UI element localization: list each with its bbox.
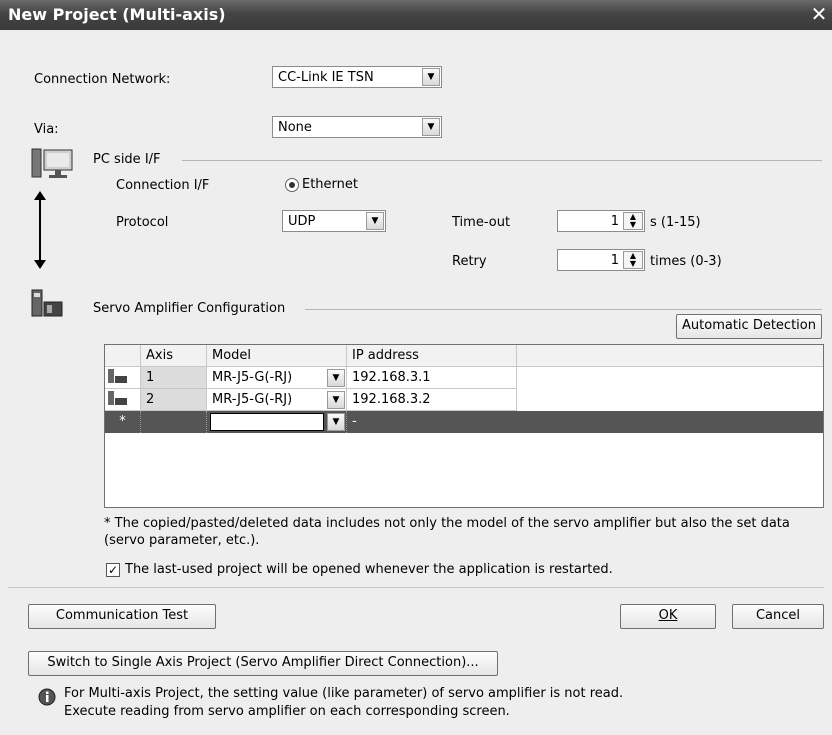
protocol-select[interactable]: UDP ▼ xyxy=(282,210,386,232)
note-line-2: (servo parameter, etc.). xyxy=(104,533,260,548)
via-value: None xyxy=(278,120,312,135)
chevron-down-icon[interactable]: ▼ xyxy=(422,68,440,86)
title-bar: New Project (Multi-axis) ✕ xyxy=(0,0,832,30)
info-icon xyxy=(38,688,56,706)
bidirectional-arrow-icon xyxy=(34,191,46,269)
chevron-down-icon[interactable]: ▼ xyxy=(422,118,440,136)
ip-address-cell[interactable]: 192.168.3.1 xyxy=(347,367,517,389)
column-header-empty xyxy=(517,345,823,367)
connection-if-label: Connection I/F xyxy=(116,178,210,193)
ok-button[interactable]: OK xyxy=(620,604,716,629)
servo-group-label: Servo Amplifier Configuration xyxy=(93,301,286,316)
retry-spinner[interactable]: 1 ▲ ▼ xyxy=(557,249,645,271)
chevron-down-icon[interactable]: ▼ xyxy=(327,391,345,409)
automatic-detection-button[interactable]: Automatic Detection xyxy=(676,314,822,339)
chevron-down-icon[interactable]: ▼ xyxy=(327,413,345,431)
table-row-header[interactable] xyxy=(105,389,141,411)
info-line-2: Execute reading from servo amplifier on … xyxy=(64,704,510,719)
axis-cell: 2 xyxy=(141,389,207,411)
ip-address-cell[interactable]: 192.168.3.2 xyxy=(347,389,517,411)
new-row-ip-cell[interactable]: - xyxy=(347,411,823,433)
servo-amplifier-icon xyxy=(108,391,127,405)
servo-config-table: Axis Model IP address 1 MR-J5-G(-RJ) ▼ 1… xyxy=(104,344,824,508)
servo-amplifier-icon xyxy=(108,369,127,383)
chevron-down-icon[interactable]: ▼ xyxy=(327,369,345,387)
new-row-model-input[interactable] xyxy=(210,413,324,431)
connection-network-value: CC-Link IE TSN xyxy=(278,70,374,85)
info-line-1: For Multi-axis Project, the setting valu… xyxy=(64,686,624,701)
retry-unit: times (0-3) xyxy=(650,254,722,269)
column-header-model[interactable]: Model xyxy=(207,345,347,367)
last-used-label: The last-used project will be opened whe… xyxy=(125,562,613,577)
separator xyxy=(8,587,824,588)
cancel-button[interactable]: Cancel xyxy=(732,604,824,629)
model-cell[interactable]: MR-J5-G(-RJ) ▼ xyxy=(207,367,347,389)
servo-amplifier-icon xyxy=(31,289,63,317)
pc-icon xyxy=(31,148,73,178)
close-icon[interactable]: ✕ xyxy=(806,3,832,27)
table-row-header-corner xyxy=(105,345,141,367)
switch-single-axis-label: Switch to Single Axis Project (Servo Amp… xyxy=(47,655,479,670)
model-cell[interactable]: MR-J5-G(-RJ) ▼ xyxy=(207,389,347,411)
pc-side-divider xyxy=(182,160,822,161)
protocol-value: UDP xyxy=(288,214,316,229)
note-line-1: * The copied/pasted/deleted data include… xyxy=(104,516,790,531)
pc-side-group-label: PC side I/F xyxy=(93,152,161,167)
protocol-label: Protocol xyxy=(116,215,169,230)
axis-cell: 1 xyxy=(141,367,207,389)
spin-arrows-icon[interactable]: ▲ ▼ xyxy=(623,212,643,230)
window-title: New Project (Multi-axis) xyxy=(8,5,226,24)
chevron-down-icon[interactable]: ▼ xyxy=(366,212,384,230)
new-project-dialog: New Project (Multi-axis) ✕ Connection Ne… xyxy=(0,0,832,735)
timeout-unit: s (1-15) xyxy=(650,215,701,230)
connection-network-label: Connection Network: xyxy=(34,72,171,87)
new-row-axis-cell xyxy=(141,411,207,433)
table-row-header[interactable] xyxy=(105,367,141,389)
spin-arrows-icon[interactable]: ▲ ▼ xyxy=(623,251,643,269)
servo-divider xyxy=(305,309,822,310)
ethernet-radio[interactable] xyxy=(285,178,299,192)
automatic-detection-label: Automatic Detection xyxy=(682,318,816,333)
column-header-ip-address[interactable]: IP address xyxy=(347,345,517,367)
ethernet-radio-label: Ethernet xyxy=(302,177,358,192)
model-value: MR-J5-G(-RJ) xyxy=(212,392,293,407)
timeout-value: 1 xyxy=(610,214,619,229)
last-used-checkbox[interactable]: ✓ xyxy=(106,563,120,577)
new-row-marker[interactable]: * xyxy=(105,411,141,433)
timeout-spinner[interactable]: 1 ▲ ▼ xyxy=(557,210,645,232)
via-label: Via: xyxy=(34,122,59,137)
model-value: MR-J5-G(-RJ) xyxy=(212,370,293,385)
ok-label: OK xyxy=(658,608,678,623)
retry-value: 1 xyxy=(610,253,619,268)
switch-single-axis-button[interactable]: Switch to Single Axis Project (Servo Amp… xyxy=(28,651,498,676)
communication-test-button[interactable]: Communication Test xyxy=(28,604,216,629)
via-select[interactable]: None ▼ xyxy=(272,116,442,138)
connection-network-select[interactable]: CC-Link IE TSN ▼ xyxy=(272,66,442,88)
cancel-label: Cancel xyxy=(755,608,801,623)
communication-test-label: Communication Test xyxy=(55,608,189,623)
timeout-label: Time-out xyxy=(452,215,511,230)
new-row-model-cell[interactable]: ▼ xyxy=(207,411,347,433)
column-header-axis[interactable]: Axis xyxy=(141,345,207,367)
retry-label: Retry xyxy=(452,254,487,269)
